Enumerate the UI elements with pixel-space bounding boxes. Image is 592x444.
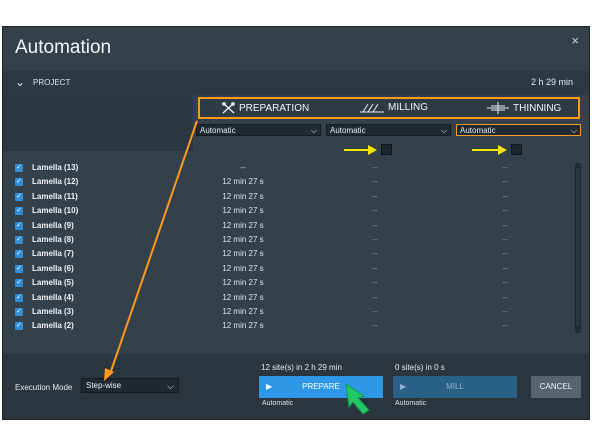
pointer-arrowhead-thinning (498, 145, 507, 155)
annotation-overlay (104, 120, 507, 415)
cursor-arrow-icon (345, 382, 370, 415)
callout-line (109, 120, 198, 375)
pointer-arrowhead-milling (368, 145, 377, 155)
callout-arrowhead (104, 368, 114, 381)
